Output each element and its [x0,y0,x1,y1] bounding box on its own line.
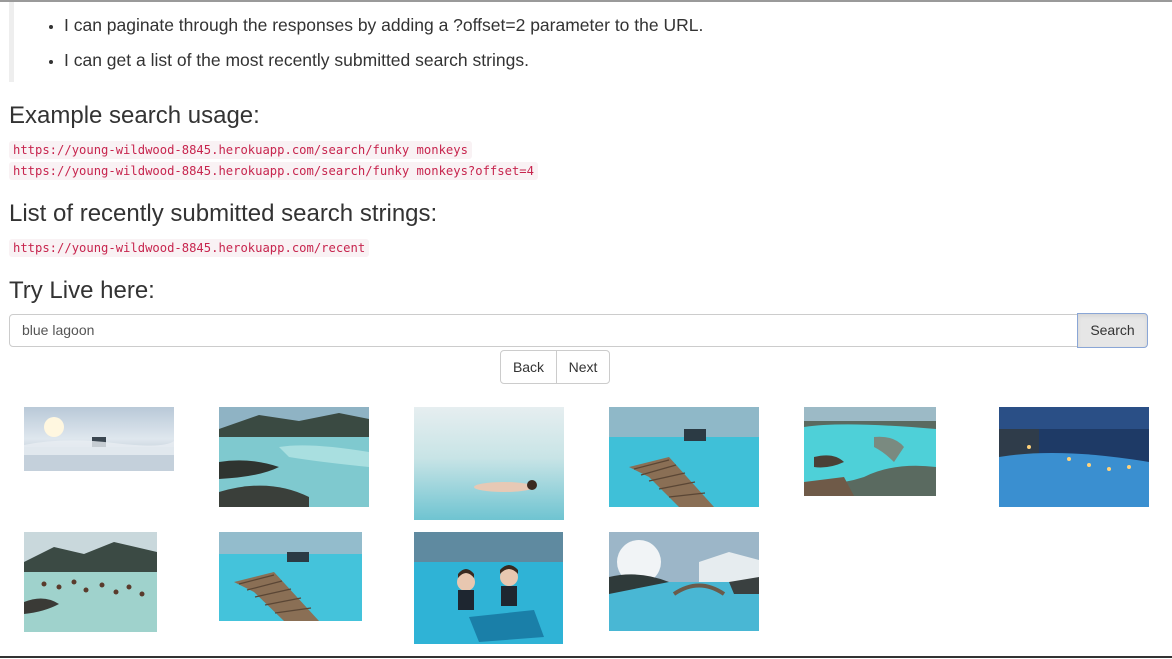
example-usage-heading: Example search usage: [9,102,260,129]
bottom-divider [0,656,1172,658]
try-live-heading: Try Live here: [9,277,155,304]
lagoon-night-lights-image[interactable] [999,407,1149,507]
search-button[interactable]: Search [1077,313,1148,348]
lagoon-wooden-walkway-image[interactable] [609,407,759,507]
search-input[interactable]: blue lagoon [9,314,1078,347]
lagoon-sunset-misty-image[interactable] [24,407,174,471]
pagination: Back Next [500,350,610,384]
lagoon-lava-field-image[interactable] [219,407,369,507]
lagoon-walkway-turquoise-image[interactable] [219,532,362,621]
lagoon-woman-floating-image[interactable] [414,407,564,520]
lagoon-bathers-image[interactable] [24,532,157,632]
lagoon-women-bathing-image[interactable] [414,532,563,644]
feature-item-recent: I can get a list of the most recently su… [64,49,529,71]
features-blockquote: I can paginate through the responses by … [9,2,1172,82]
recent-heading: List of recently submitted search string… [9,200,438,227]
example-url-2: https://young-wildwood-8845.herokuapp.co… [9,162,538,180]
lagoon-bridge-steam-image[interactable] [609,532,759,631]
back-button[interactable]: Back [500,350,557,384]
example-url-1: https://young-wildwood-8845.herokuapp.co… [9,141,472,159]
next-button[interactable]: Next [556,350,610,384]
recent-url: https://young-wildwood-8845.herokuapp.co… [9,239,370,257]
lagoon-aerial-view-image[interactable] [804,407,936,496]
feature-item-pagination: I can paginate through the responses by … [64,14,703,36]
